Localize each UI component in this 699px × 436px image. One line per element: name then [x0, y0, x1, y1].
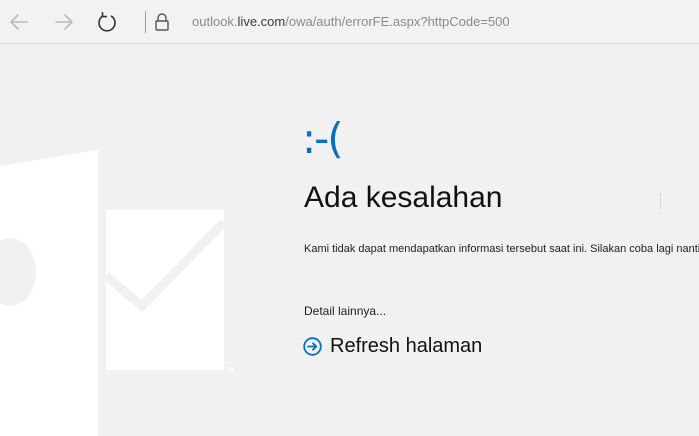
refresh-icon [98, 12, 116, 32]
toolbar-divider [145, 11, 146, 33]
error-message: Kami tidak dapat mendapatkan informasi t… [304, 243, 699, 255]
refresh-page-link[interactable]: Refresh halaman [303, 334, 482, 358]
refresh-button[interactable] [94, 9, 120, 35]
address-domain: live.com [237, 14, 286, 29]
arrow-left-icon [10, 14, 28, 30]
forward-button[interactable] [51, 9, 77, 35]
back-button[interactable] [6, 9, 32, 35]
error-title: Ada kesalahan [304, 181, 503, 214]
address-bar[interactable]: outlook.live.com/owa/auth/errorFE.aspx?h… [192, 12, 510, 32]
address-path: /owa/auth/errorFE.aspx?httpCode=500 [285, 14, 510, 29]
more-details-link[interactable]: Detail lainnya... [304, 303, 386, 319]
svg-text:TM: TM [225, 367, 235, 374]
arrow-right-icon [55, 14, 73, 30]
text-cursor [660, 193, 661, 209]
arrow-circle-icon [303, 336, 322, 356]
sad-face-emoticon: :-( [302, 114, 344, 163]
refresh-page-label: Refresh halaman [330, 335, 483, 357]
error-page: TM :-( Ada kesalahan Kami tidak dapat me… [0, 44, 699, 436]
lock-icon [155, 13, 169, 31]
address-prefix: outlook. [192, 14, 238, 29]
outlook-logo-watermark: TM [0, 150, 235, 436]
browser-toolbar: outlook.live.com/owa/auth/errorFE.aspx?h… [0, 0, 699, 44]
